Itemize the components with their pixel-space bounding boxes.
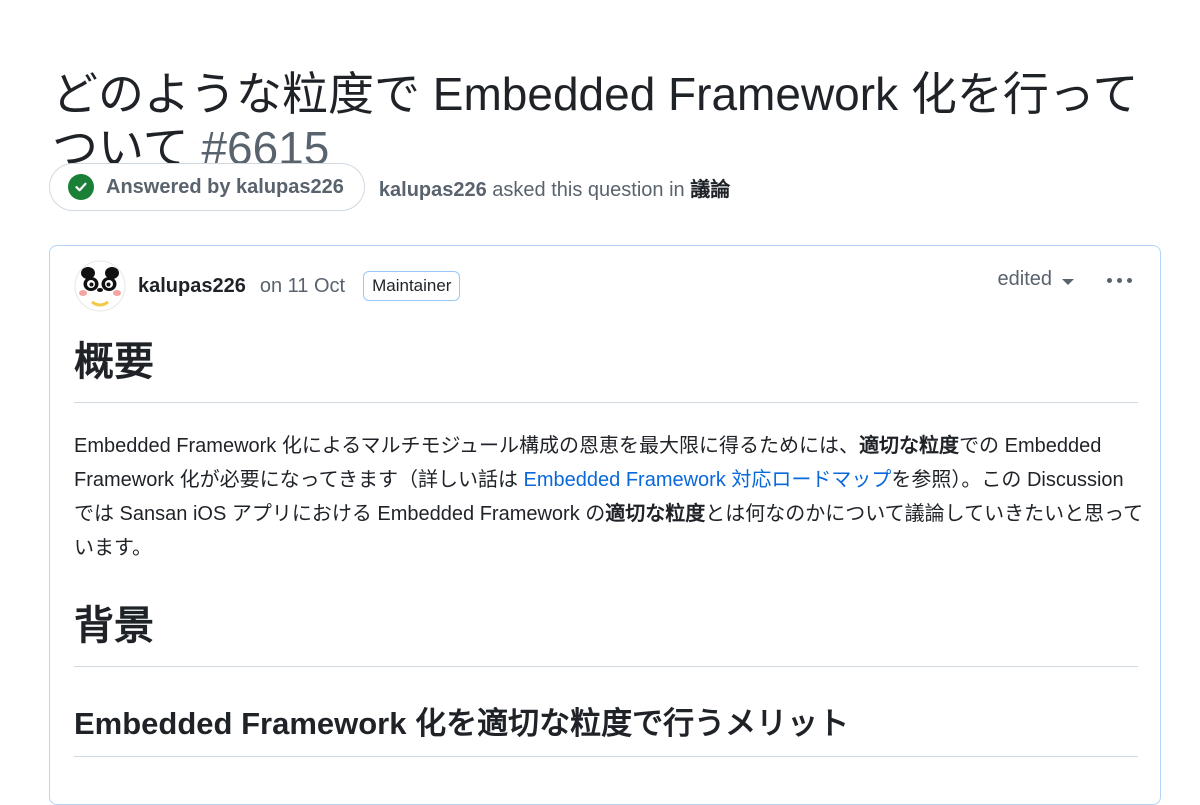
discussion-title: どのような粒度で Embedded Framework 化を行って ついて #6… [52, 67, 1200, 175]
heading-merit: Embedded Framework 化を適切な粒度で行うメリット [74, 706, 850, 741]
edited-label: edited [997, 268, 1053, 290]
asker-link[interactable]: kalupas226 [379, 179, 487, 201]
maintainer-badge: Maintainer [363, 271, 461, 301]
category-link[interactable]: 議論 [690, 179, 730, 201]
title-line-1: どのような粒度で Embedded Framework 化を行って [52, 67, 1139, 120]
kebab-menu-icon[interactable] [1107, 270, 1132, 290]
overview-paragraph: Embedded Framework 化によるマルチモジュール構成の恩恵を最大限… [74, 429, 1144, 565]
para-text-1: Embedded Framework 化によるマルチモジュール構成の恩恵を最大限… [74, 435, 860, 457]
caret-down-icon [1062, 278, 1074, 285]
roadmap-link[interactable]: Embedded Framework 対応ロードマップ [524, 469, 892, 491]
edited-dropdown[interactable]: edited [997, 268, 1074, 291]
divider [74, 666, 1138, 667]
para-bold-1: 適切な粒度 [859, 435, 960, 457]
divider [74, 756, 1138, 757]
answered-label: Answered by kalupas226 [106, 175, 344, 198]
divider [74, 402, 1138, 403]
check-circle-icon [68, 174, 94, 200]
post-author[interactable]: kalupas226 [138, 275, 246, 298]
discussion-post: kalupas226 on 11 Oct Maintainer edited 概… [49, 245, 1161, 805]
avatar-panda-icon[interactable] [74, 260, 126, 312]
asked-phrase: asked this question in [486, 178, 691, 201]
para-bold-2: 適切な粒度 [605, 503, 706, 525]
answered-badge[interactable]: Answered by kalupas226 [49, 163, 365, 211]
heading-overview: 概要 [74, 340, 154, 384]
post-header: kalupas226 on 11 Oct Maintainer [74, 260, 461, 312]
asked-line: kalupas226 asked this question in 議論 [379, 173, 730, 202]
heading-background: 背景 [74, 604, 154, 648]
discussion-meta: Answered by kalupas226 kalupas226 asked … [49, 163, 730, 211]
post-date[interactable]: on 11 Oct [260, 275, 345, 298]
